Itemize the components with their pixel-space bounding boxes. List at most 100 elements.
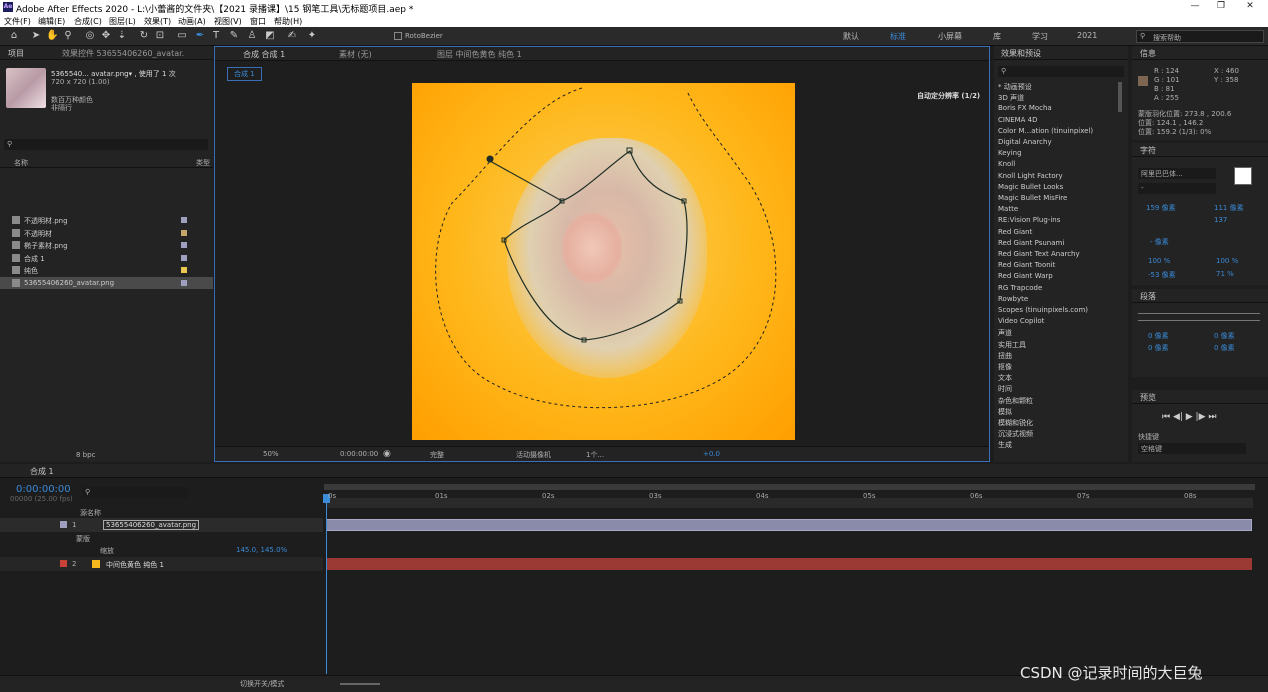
baseline-value[interactable]: -53 像素 <box>1148 270 1176 280</box>
effect-category[interactable]: Red Giant Toonit <box>998 261 1055 269</box>
views-select[interactable]: 1个... <box>586 450 604 460</box>
effect-category[interactable]: CINEMA 4D <box>998 116 1038 124</box>
space-before-value[interactable]: 0 像素 <box>1148 343 1169 353</box>
menu-animation[interactable]: 动画(A) <box>178 16 206 27</box>
effect-category[interactable]: 时间 <box>998 384 1012 394</box>
effect-category[interactable]: RE:Vision Plug-ins <box>998 216 1060 224</box>
layer-1-mask-group[interactable]: 蒙版 <box>76 534 90 544</box>
effect-category[interactable]: Red Giant Warp <box>998 272 1053 280</box>
quality-select[interactable]: 完整 <box>430 450 444 460</box>
layer-1-scale-value[interactable]: 145.0, 145.0% <box>236 546 287 554</box>
zoom-select[interactable]: 50% <box>263 450 279 458</box>
effect-category[interactable]: Boris FX Mocha <box>998 104 1052 112</box>
project-item[interactable]: 合成 1 <box>0 252 213 264</box>
ws-2021[interactable]: 2021 <box>1077 31 1097 40</box>
close-icon[interactable]: ✕ <box>1243 1 1257 13</box>
col-source-name[interactable]: 源名称 <box>80 508 101 518</box>
puppet-tool-icon[interactable]: ✦ <box>306 30 318 42</box>
fill-color-swatch[interactable] <box>1234 167 1252 185</box>
project-item[interactable]: 不透明材.png <box>0 214 213 226</box>
tab-footage[interactable]: 素材 (无) <box>339 49 372 60</box>
menu-layer[interactable]: 图层(L) <box>109 16 136 27</box>
eraser-tool-icon[interactable]: ◩ <box>264 30 276 42</box>
project-item[interactable]: 椭子素材.png <box>0 239 213 251</box>
home-icon[interactable]: ⌂ <box>8 30 20 42</box>
menu-effect[interactable]: 效果(T) <box>144 16 171 27</box>
ws-standard[interactable]: 标准 <box>890 31 906 42</box>
comp-canvas[interactable] <box>412 83 795 440</box>
tsume-value[interactable]: 71 % <box>1216 270 1234 278</box>
label-color[interactable] <box>181 242 187 249</box>
space-after-value[interactable]: 0 像素 <box>1214 343 1235 353</box>
work-area-bar[interactable] <box>324 484 1255 490</box>
camera-select[interactable]: 活动摄像机 <box>516 450 551 460</box>
effect-category[interactable]: Scopes (tinuinpixels.com) <box>998 306 1088 314</box>
comp-timecode[interactable]: 0:00:00:00 <box>340 450 378 458</box>
label-color[interactable] <box>181 254 187 261</box>
clone-tool-icon[interactable]: ♙ <box>246 30 258 42</box>
layer-1-duration-bar[interactable] <box>326 519 1252 531</box>
zoom-tool-icon[interactable]: ⚲ <box>62 30 74 42</box>
label-color[interactable] <box>181 229 187 236</box>
effect-category[interactable]: 生成 <box>998 440 1012 450</box>
exposure-value[interactable]: +0.0 <box>703 450 720 458</box>
effect-category[interactable]: 抠像 <box>998 362 1012 372</box>
rotate-tool-icon[interactable]: ↻ <box>138 30 150 42</box>
zoom-slider[interactable] <box>340 683 380 685</box>
effect-category[interactable]: Color M...ation (tinuinpixel) <box>998 127 1093 135</box>
effect-category[interactable]: 杂色和颗粒 <box>998 396 1033 406</box>
effect-category[interactable]: 模糊和锐化 <box>998 418 1033 428</box>
effect-category[interactable]: 模拟 <box>998 407 1012 417</box>
font-size-value[interactable]: 159 像素 <box>1146 203 1176 213</box>
menu-file[interactable]: 文件(F) <box>4 16 31 27</box>
effect-category[interactable]: Rowbyte <box>998 295 1028 303</box>
rotobezier-checkbox[interactable] <box>394 32 402 40</box>
layer-2-name[interactable]: 中间色黄色 纯色 1 <box>106 560 164 570</box>
indent-left-value[interactable]: 0 像素 <box>1148 331 1169 341</box>
label-color[interactable] <box>181 280 187 286</box>
ws-default[interactable]: 默认 <box>843 31 859 42</box>
mask-path[interactable] <box>489 150 688 341</box>
menu-comp[interactable]: 合成(C) <box>74 16 102 27</box>
font-select[interactable]: 阿里巴巴体... <box>1138 168 1216 179</box>
col-type[interactable]: 类型 <box>196 158 210 168</box>
label-color[interactable] <box>181 267 187 274</box>
time-ruler[interactable] <box>326 498 1253 508</box>
menu-help[interactable]: 帮助(H) <box>274 16 302 27</box>
toggle-switches-modes[interactable]: 切换开关/模式 <box>240 679 284 689</box>
layer-2-duration-bar[interactable] <box>326 558 1252 570</box>
tracking-value[interactable]: 137 <box>1214 216 1227 224</box>
effects-search-input[interactable]: ⚲ <box>998 66 1124 77</box>
effect-category[interactable]: 声道 <box>998 328 1012 338</box>
tab-project[interactable]: 项目 <box>8 48 24 59</box>
ws-small-screen[interactable]: 小屏幕 <box>938 31 962 42</box>
align-buttons[interactable] <box>1138 313 1260 321</box>
shape-tool-icon[interactable]: ▭ <box>176 30 188 42</box>
layer-2-label-color[interactable] <box>60 560 67 567</box>
effect-category[interactable]: Red Giant Psunami <box>998 239 1064 247</box>
effect-category[interactable]: Magic Bullet Looks <box>998 183 1063 191</box>
orbit-tool-icon[interactable]: ◎ <box>84 30 96 42</box>
tab-composition[interactable]: 合成 合成 1 <box>243 49 285 60</box>
effect-category[interactable]: 沉浸式视频 <box>998 429 1033 439</box>
layer-row-2[interactable]: 2 中间色黄色 纯色 1 <box>0 557 323 571</box>
menu-view[interactable]: 视图(V) <box>214 16 242 27</box>
effect-category[interactable]: Red Giant <box>998 228 1032 236</box>
effect-category[interactable]: Knoll <box>998 160 1015 168</box>
vertical-scale-value[interactable]: 100 % <box>1148 257 1170 265</box>
roto-brush-icon[interactable]: ✍ <box>286 30 298 42</box>
col-name[interactable]: 名称 <box>14 158 28 168</box>
scrollbar-thumb[interactable] <box>1118 82 1122 112</box>
ws-library[interactable]: 库 <box>993 31 1001 42</box>
effect-category[interactable]: Magic Bullet MisFire <box>998 194 1067 202</box>
project-search-input[interactable]: ⚲ <box>4 139 208 150</box>
effect-category[interactable]: Knoll Light Factory <box>998 172 1063 180</box>
pen-tool-icon[interactable]: ✒ <box>194 30 206 42</box>
effect-category[interactable]: Video Copilot <box>998 317 1044 325</box>
maximize-icon[interactable]: ❐ <box>1214 1 1228 13</box>
timeline-timecode[interactable]: 0:00:00:00 <box>16 484 71 495</box>
effect-category[interactable]: * 动画预设 <box>998 82 1032 92</box>
pan-tool-icon[interactable]: ✥ <box>100 30 112 42</box>
layer-1-name[interactable]: 53655406260_avatar.png <box>103 520 200 530</box>
anchor-tool-icon[interactable]: ⊡ <box>154 30 166 42</box>
